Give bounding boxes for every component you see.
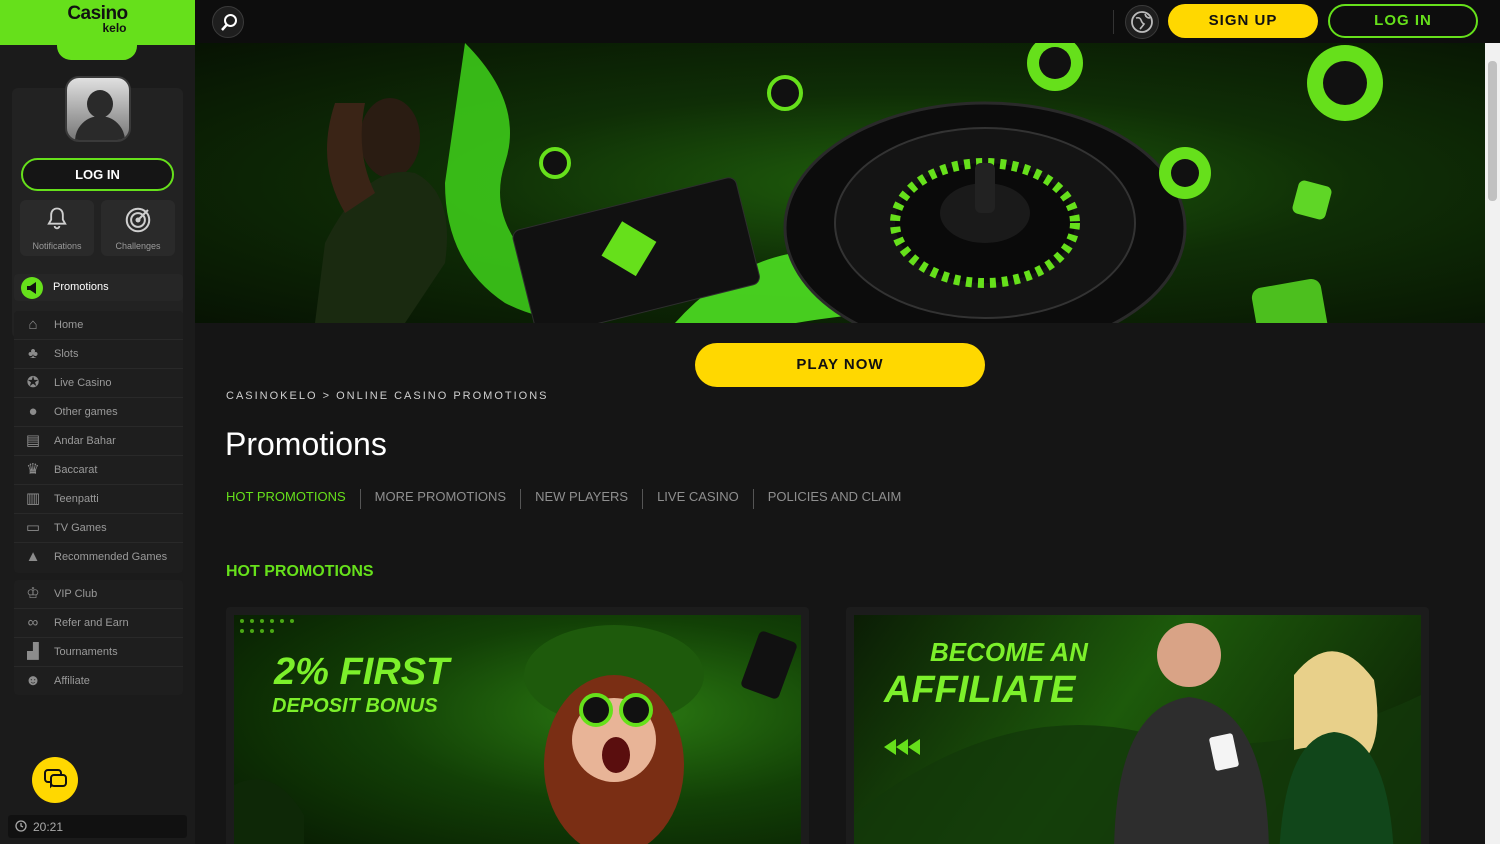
link-icon: ∞ [27,614,39,631]
globe-icon [1131,11,1153,33]
sidebar-item-label: Recommended Games [54,551,168,563]
sidebar-item-label: Live Casino [54,377,112,389]
sidebar-item-label: VIP Club [54,588,98,600]
target-icon [125,207,151,233]
scrollbar-thumb[interactable] [1488,61,1497,201]
promo-card-image [234,615,801,844]
logo-text-casino: Casino [67,3,128,24]
crown-icon: ♔ [26,585,40,602]
sidebar-item-other-games[interactable]: ● Other games [14,398,183,427]
users-icon: ☻ [25,672,41,689]
scrollbar[interactable] [1485,43,1500,844]
sidebar-item-refer-earn[interactable]: ∞ Refer and Earn [14,609,183,638]
baccarat-icon: ♛ [26,461,40,478]
sidebar-item-label: Slots [54,348,79,360]
sidebar-item-label: Affiliate [54,675,90,687]
notifications-label: Notifications [32,241,82,251]
sidebar-item-recommended[interactable]: ▲ Recommended Games [14,543,183,572]
sidebar-item-label: Refer and Earn [54,617,129,629]
clock: 20:21 [8,815,187,838]
megaphone-icon [21,277,43,299]
login-button[interactable]: LOG IN [1328,4,1478,38]
logo[interactable]: Casino kelo [0,0,195,45]
sidebar-item-label: Andar Bahar [54,435,116,447]
promo-card-subheadline: AFFILIATE [884,669,1076,711]
sidebar-menu-games: ⌂ Home ♣ Slots ✪ Live Casino ● Other games ▤… [14,311,183,573]
bell-icon [47,207,67,230]
breadcrumb-home-link[interactable]: CASINOKELO [226,390,318,402]
sidebar-item-slots[interactable]: ♣ Slots [14,340,183,369]
podium-icon: ▟ [27,643,39,660]
sidebar-item-label: Baccarat [54,464,98,476]
section-title: HOT PROMOTIONS [226,563,374,580]
dots-icon: ● [28,403,38,420]
sidebar-item-affiliate[interactable]: ☻ Affiliate [14,667,183,696]
teenpatti-icon: ▥ [25,490,41,507]
notifications-button[interactable]: Notifications [20,200,94,256]
play-now-button[interactable]: PLAY NOW [695,343,985,387]
promo-card-headline: BECOME AN [930,637,1088,667]
tab-policies-claim[interactable]: POLICIES AND CLAIM [752,489,916,509]
promo-card-headline: 2% FIRST [274,651,450,693]
sidebar-item-teenpatti[interactable]: ▥ Teenpatti [14,485,183,514]
breadcrumb-separator: > [322,390,332,402]
signup-button[interactable]: SIGN UP [1168,4,1318,38]
topbar-divider [1113,10,1114,34]
promo-card-subheadline: DEPOSIT BONUS [272,695,438,717]
search-icon [221,14,237,31]
thumbs-up-icon: ▲ [25,548,41,565]
sidebar-menu-extras: ♔ VIP Club ∞ Refer and Earn ▟ Tournaments ☻… [14,580,183,695]
sidebar-item-label: Tournaments [54,646,118,658]
promotion-tabs: HOT PROMOTIONS MORE PROMOTIONS NEW PLAYE… [226,489,915,509]
tab-new-players[interactable]: NEW PLAYERS [520,489,642,509]
chat-button[interactable] [32,757,78,803]
hero-banner[interactable] [195,43,1485,323]
sidebar-item-live-casino[interactable]: ✪ Live Casino [14,369,183,398]
sidebar-item-label: Home [54,319,84,331]
sidebar-item-promotions[interactable]: Promotions [14,274,183,301]
sidebar-item-vip-club[interactable]: ♔ VIP Club [14,580,183,609]
chip-icon: ✪ [26,374,40,391]
sidebar-item-label: Promotions [53,281,109,293]
search-button[interactable] [212,6,244,38]
tv-icon: ▭ [25,519,41,536]
breadcrumb-current: ONLINE CASINO PROMOTIONS [336,390,549,402]
sidebar-item-label: TV Games [54,522,107,534]
sidebar-item-tv-games[interactable]: ▭ TV Games [14,514,183,543]
sidebar-item-andar-bahar[interactable]: ▤ Andar Bahar [14,427,183,456]
sidebar-item-home[interactable]: ⌂ Home [14,311,183,340]
tab-hot-promotions[interactable]: HOT PROMOTIONS [226,489,360,509]
sidebar-item-baccarat[interactable]: ♛ Baccarat [14,456,183,485]
tab-live-casino[interactable]: LIVE CASINO [642,489,753,509]
language-button[interactable] [1125,5,1159,39]
clock-time: 20:21 [33,820,64,834]
challenges-button[interactable]: Challenges [101,200,175,256]
logo-text-kelo: kelo [102,21,127,35]
sidebar-item-tournaments[interactable]: ▟ Tournaments [14,638,183,667]
main-content: PLAY NOW CASINOKELO > ONLINE CASINO PROM… [195,43,1485,844]
top-bar: SIGN UP LOG IN [195,0,1500,43]
card-icon: ▤ [25,432,41,449]
cherries-icon: ♣ [28,345,38,362]
chat-icon [44,769,67,789]
sidebar-login-button[interactable]: LOG IN [21,158,174,191]
challenges-label: Challenges [115,241,161,251]
avatar[interactable] [65,76,131,142]
sidebar-item-label: Teenpatti [54,493,99,505]
page-title: Promotions [225,426,387,462]
hero-illustration [315,43,1383,323]
promo-card-deposit-bonus[interactable]: 2% FIRST DEPOSIT BONUS [226,607,809,844]
home-icon: ⌂ [28,316,38,333]
promo-card-affiliate[interactable]: BECOME AN AFFILIATE [846,607,1429,844]
tab-more-promotions[interactable]: MORE PROMOTIONS [359,489,520,509]
clock-icon [15,820,27,832]
sidebar-item-label: Other games [54,406,118,418]
breadcrumb: CASINOKELO > ONLINE CASINO PROMOTIONS [226,390,549,402]
sidebar: Casino kelo LOG IN Notifications Challen… [0,0,195,844]
